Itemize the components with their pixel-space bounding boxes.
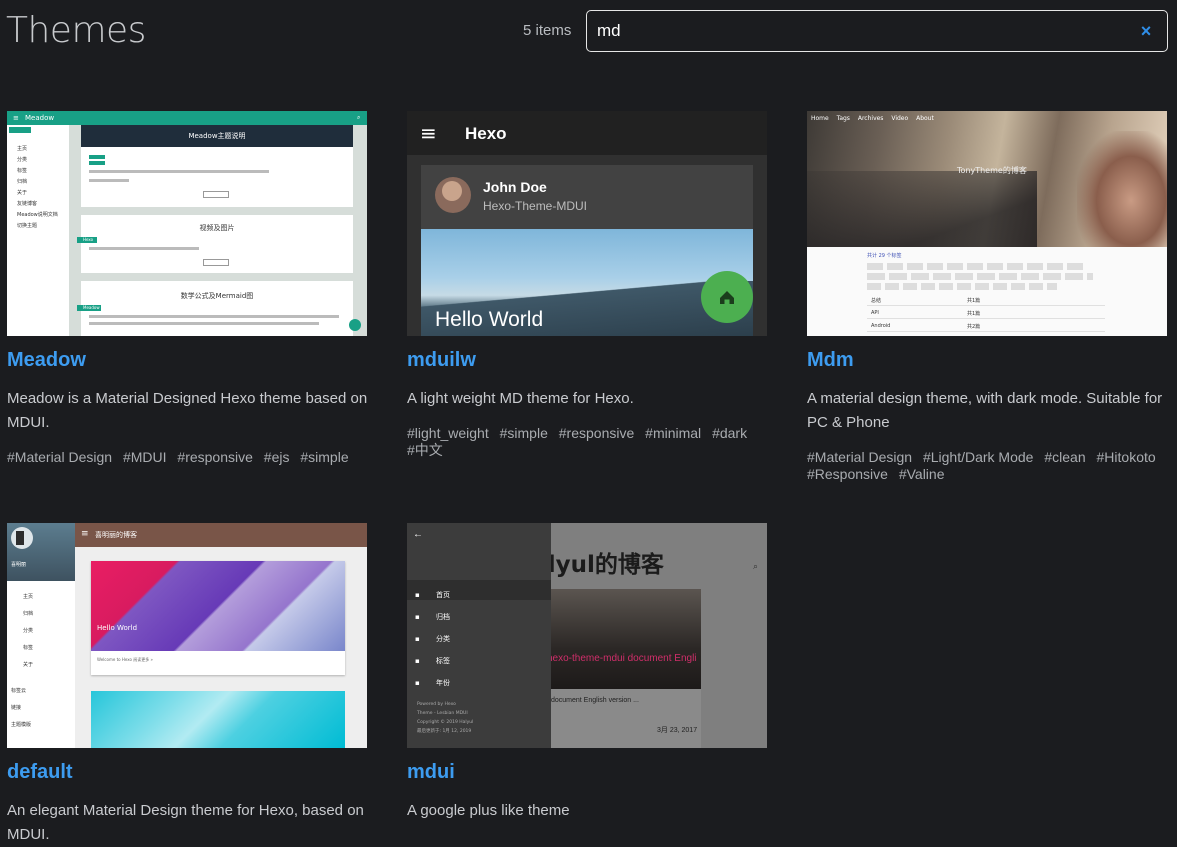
page-title: Themes bbox=[6, 10, 146, 51]
theme-tags: #Material Design #Light/Dark Mode #clean… bbox=[807, 449, 1169, 483]
theme-tags: #light_weight #simple #responsive #minim… bbox=[407, 425, 769, 459]
tag-link[interactable]: #Material Design bbox=[7, 449, 112, 465]
tag-link[interactable]: #Valine bbox=[899, 466, 945, 482]
theme-name-link[interactable]: default bbox=[7, 761, 73, 784]
home-icon bbox=[701, 271, 753, 323]
tag-link[interactable]: #Hitokoto bbox=[1097, 449, 1156, 465]
search-box[interactable]: × bbox=[586, 10, 1168, 52]
page-header: Themes 5 items × bbox=[0, 0, 1177, 70]
theme-description: A google plus like theme bbox=[407, 802, 570, 819]
result-count: 5 items bbox=[523, 22, 572, 39]
tag-link[interactable]: #clean bbox=[1044, 449, 1085, 465]
theme-thumbnail[interactable]: Halyul的博客 ⌕ hexo-theme-mdui document Eng… bbox=[407, 523, 767, 748]
theme-tags: #Material Design #MDUI #responsive #ejs … bbox=[7, 449, 369, 466]
thumb-brand: Meadow bbox=[25, 114, 55, 122]
theme-description: A light weight MD theme for Hexo. bbox=[407, 390, 634, 407]
tag-link[interactable]: #MDUI bbox=[123, 449, 167, 465]
tag-link[interactable]: #responsive bbox=[177, 449, 253, 465]
theme-description: A material design theme, with dark mode.… bbox=[807, 390, 1163, 431]
theme-name-link[interactable]: Mdm bbox=[807, 349, 854, 372]
theme-name-link[interactable]: mduilw bbox=[407, 349, 476, 372]
theme-thumbnail[interactable]: ≡ Meadow ⌕ 主页 分类 标签 归档 关于 友链博客 Meadow说明文档 切换主题 … bbox=[7, 111, 367, 336]
theme-description: Meadow is a Material Designed Hexo theme… bbox=[7, 390, 368, 431]
tag-link[interactable]: #minimal bbox=[645, 425, 701, 441]
theme-name-link[interactable]: mdui bbox=[407, 761, 455, 784]
theme-thumbnail[interactable]: ≡ Hexo John Doe Hexo-Theme-MDUI Hello Wo… bbox=[407, 111, 767, 336]
tag-link[interactable]: #Material Design bbox=[807, 449, 912, 465]
theme-name-link[interactable]: Meadow bbox=[7, 349, 86, 372]
tag-link[interactable]: #dark bbox=[712, 425, 747, 441]
tag-link[interactable]: #responsive bbox=[559, 425, 635, 441]
theme-thumbnail[interactable]: ≡ 喜明丽的博客 喜明丽 主页 归档 分类 标签 关于 标签云 链接 主题模版 Hello … bbox=[7, 523, 367, 748]
tag-link[interactable]: #simple bbox=[300, 449, 348, 465]
theme-description: An elegant Material Design theme for Hex… bbox=[7, 802, 364, 843]
tag-link[interactable]: #light_weight bbox=[407, 425, 489, 441]
tag-link[interactable]: #Responsive bbox=[807, 466, 888, 482]
search-input[interactable] bbox=[597, 19, 1117, 43]
theme-thumbnail[interactable]: Home Tags Archives Video About TonyTheme… bbox=[807, 111, 1167, 336]
tag-link[interactable]: #中文 bbox=[407, 442, 443, 458]
tag-link[interactable]: #simple bbox=[500, 425, 548, 441]
clear-search-icon[interactable]: × bbox=[1137, 22, 1155, 40]
tag-link[interactable]: #Light/Dark Mode bbox=[923, 449, 1034, 465]
tag-link[interactable]: #ejs bbox=[264, 449, 290, 465]
